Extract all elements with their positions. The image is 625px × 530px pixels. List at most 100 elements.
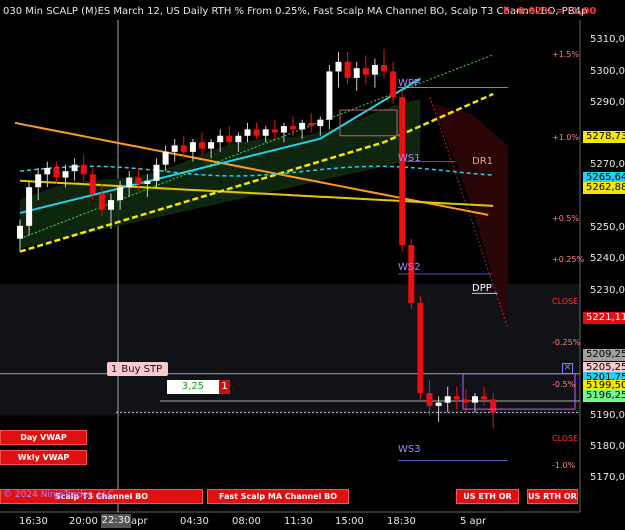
candle-body bbox=[217, 135, 224, 143]
order-buy-stop[interactable]: 1 Buy STP bbox=[107, 362, 169, 376]
candle-body bbox=[253, 129, 260, 136]
candle-body bbox=[271, 129, 278, 133]
candle-body bbox=[280, 126, 287, 133]
candle-body bbox=[53, 167, 60, 178]
candle-body bbox=[35, 174, 42, 188]
candle-body bbox=[108, 200, 114, 210]
candle-body bbox=[444, 396, 451, 403]
pivot-wpp: WPP bbox=[398, 78, 420, 89]
pivot-ws3: WS3 bbox=[398, 444, 421, 455]
candle-body bbox=[462, 399, 469, 403]
close-order-icon[interactable]: ✕ bbox=[562, 363, 573, 374]
candle-body bbox=[26, 187, 33, 226]
time-label: 16:30 bbox=[19, 516, 48, 527]
candle-body bbox=[408, 245, 415, 303]
candle-body bbox=[426, 393, 433, 406]
candle-body bbox=[453, 396, 460, 400]
candle-body bbox=[117, 187, 124, 201]
fast-scalp-channel-button[interactable]: Fast Scalp MA Channel BO bbox=[207, 489, 349, 504]
candle-body bbox=[362, 68, 369, 75]
pct-label: +0.5% bbox=[552, 214, 580, 223]
price-label: 5240,00 bbox=[590, 253, 625, 264]
price-label: 5270,00 bbox=[590, 159, 625, 170]
price-label: 5180,00 bbox=[590, 441, 625, 452]
day-vwap-button[interactable]: Day VWAP bbox=[0, 430, 87, 445]
price-label: 5300,00 bbox=[590, 66, 625, 77]
price-box-close-level: 5221,11 bbox=[583, 312, 625, 324]
us-rth-or-button[interactable]: US RTH OR bbox=[527, 489, 578, 504]
pct-label: CLOSE bbox=[552, 434, 579, 443]
pct-label: +1.0% bbox=[552, 133, 580, 142]
chart-window[interactable]: 030 Min SCALP (M)ES March 12, US Daily R… bbox=[0, 0, 625, 530]
drawdown-readout: E -0.02% = -1,00 bbox=[503, 6, 597, 17]
candle-body bbox=[490, 399, 497, 413]
time-label: 15:00 bbox=[335, 516, 364, 527]
candle-body bbox=[335, 61, 342, 72]
price-label: 5190,00 bbox=[590, 410, 625, 421]
pct-label: -0.5% bbox=[552, 380, 576, 389]
candle-body bbox=[381, 65, 387, 72]
position-count[interactable]: 1 bbox=[219, 380, 230, 394]
chart-title: 030 Min SCALP (M)ES March 12, US Daily R… bbox=[3, 6, 588, 17]
candle-body bbox=[135, 177, 142, 184]
candle-body bbox=[80, 164, 87, 175]
order-qty: 1 bbox=[111, 363, 118, 375]
candle-body bbox=[171, 145, 178, 152]
price-box-last: 5196,25 bbox=[583, 390, 625, 402]
candle-body bbox=[226, 135, 233, 143]
time-label: 20:00 bbox=[69, 516, 98, 527]
candle-body bbox=[308, 122, 315, 127]
pct-label: CLOSE bbox=[552, 297, 579, 306]
candle-body bbox=[399, 97, 406, 246]
pivot-ws2: WS2 bbox=[398, 262, 421, 273]
price-label: 5310,00 bbox=[590, 34, 625, 45]
candle-body bbox=[299, 122, 306, 130]
price-label: 5250,00 bbox=[590, 222, 625, 233]
candle-body bbox=[153, 164, 160, 181]
candle-body bbox=[62, 171, 69, 178]
candle-body bbox=[326, 71, 333, 120]
price-chart[interactable] bbox=[0, 0, 625, 530]
price-label: 5170,00 bbox=[590, 472, 625, 483]
time-label: 11:30 bbox=[284, 516, 313, 527]
candle-body bbox=[390, 71, 397, 98]
candle-body bbox=[208, 142, 215, 149]
candle-body bbox=[371, 65, 378, 75]
pivot-dr1: DR1 bbox=[472, 156, 494, 167]
candle-body bbox=[162, 151, 169, 165]
candle-body bbox=[317, 119, 324, 127]
ma-green-dotted-line bbox=[19, 54, 494, 240]
candle-body bbox=[17, 225, 23, 239]
price-label: 5290,00 bbox=[590, 97, 625, 108]
pct-label: +1.5% bbox=[552, 50, 580, 59]
candle-body bbox=[472, 396, 478, 403]
order-label: Buy STP bbox=[121, 363, 163, 375]
price-box-ma-yellow-2: 5262,88 bbox=[583, 182, 625, 194]
candle-body bbox=[435, 402, 442, 406]
ma-channel-fill bbox=[20, 99, 421, 249]
candle-body bbox=[235, 135, 242, 143]
price-box-ma-yellow: 5278,73 bbox=[583, 131, 625, 143]
time-label: apr bbox=[131, 516, 148, 527]
position-value[interactable]: 3,25 bbox=[167, 380, 219, 394]
candle-body bbox=[44, 167, 51, 175]
candle-body bbox=[199, 142, 205, 149]
copyright-text: © 2024 NinjaTrader, LLC bbox=[3, 490, 114, 500]
candle-body bbox=[71, 164, 78, 172]
pivot-ws1: WS1 bbox=[398, 153, 421, 164]
pct-label: +0.25% bbox=[552, 255, 585, 264]
us-eth-or-button[interactable]: US ETH OR bbox=[456, 489, 519, 504]
candle-body bbox=[262, 129, 269, 136]
candle-body bbox=[98, 193, 105, 210]
candle-body bbox=[89, 174, 96, 194]
wkly-vwap-button[interactable]: Wkly VWAP bbox=[0, 450, 87, 465]
candle-body bbox=[244, 129, 251, 136]
price-box-grey: 5209,25 bbox=[583, 349, 625, 361]
pct-label: -1.0% bbox=[552, 461, 576, 470]
candle-body bbox=[290, 126, 296, 130]
crosshair-time-readout: 22:30 bbox=[101, 514, 131, 528]
time-label: 04:30 bbox=[180, 516, 209, 527]
candle-body bbox=[344, 61, 351, 78]
pct-label: -0.25% bbox=[552, 338, 581, 347]
candle-body bbox=[180, 145, 187, 152]
